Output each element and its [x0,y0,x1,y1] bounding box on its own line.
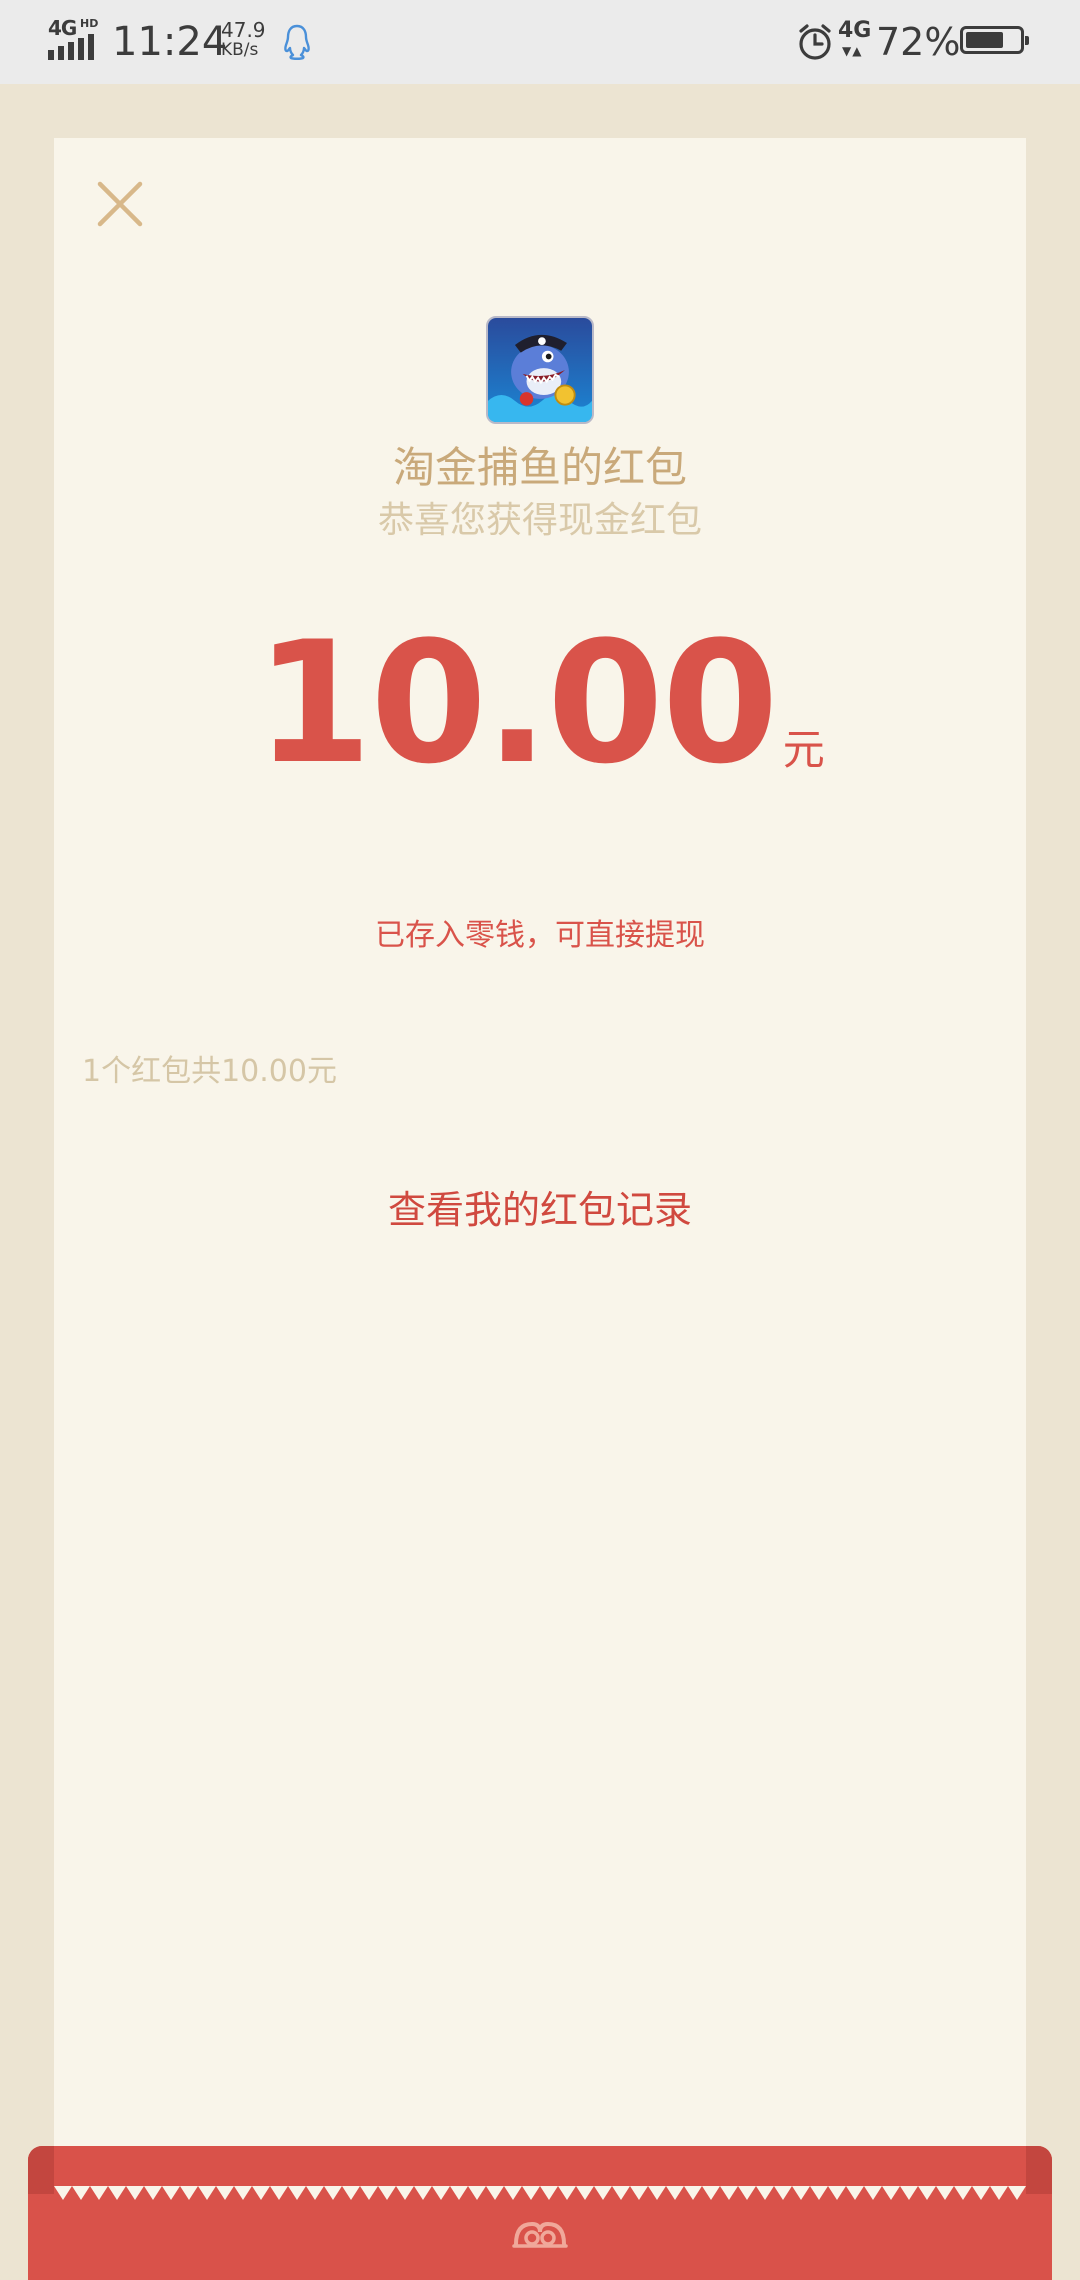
signal-icon: 4G HD [48,18,100,60]
sender-title: 淘金捕鱼的红包 [392,443,687,492]
envelope-logo-icon [512,2221,568,2248]
qq-icon [284,24,310,60]
envelope-zigzag-edge [54,2186,1026,2200]
network-speed: 47.9 KB/s [221,20,281,60]
red-packet-detail-card: 淘金捕鱼的红包 恭喜您获得现金红包 10.00 元 已存入零钱，可直接提现 1个红… [54,138,1026,2194]
data-arrows-icon: ▼▲ [842,44,863,58]
network-speed-unit: KB/s [221,40,259,60]
network-type: 4G [48,16,77,40]
amount-value: 10.00 [255,605,778,801]
status-time: 11:24 [112,19,228,65]
status-bar: 4G HD 11:24 47.9 KB/s 4G ▼▲ 72% [0,0,1080,84]
greeting-text: 恭喜您获得现金红包 [377,500,702,541]
amount-unit: 元 [782,725,825,774]
battery-percent: 72% [876,20,961,64]
zigzag-teeth [54,2186,1026,2200]
close-icon[interactable] [92,176,148,232]
mobile-data-indicator: 4G ▼▲ [838,18,872,62]
battery-icon [960,26,1029,54]
network-speed-value: 47.9 [221,18,266,42]
app-logo-icon [486,316,594,424]
alarm-icon [799,24,831,60]
view-records-link[interactable]: 查看我的红包记录 [54,1182,1026,1238]
mobile-data-label: 4G [838,18,872,43]
deposited-note: 已存入零钱，可直接提现 [375,918,705,953]
packet-summary: 1个红包共10.00元 [82,1054,337,1089]
hd-label: HD [80,17,99,30]
amount-display: 10.00 元 [54,608,1026,798]
